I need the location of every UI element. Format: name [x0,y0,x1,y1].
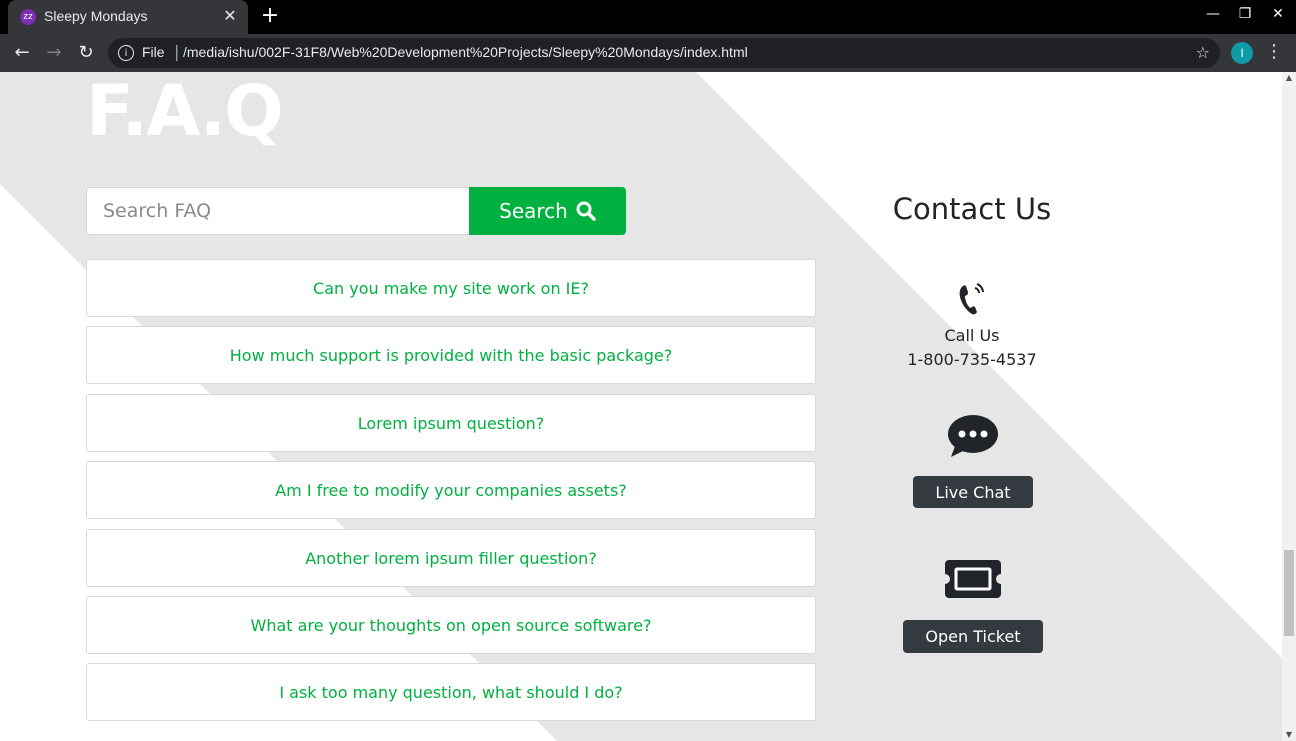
scroll-down-arrow-icon[interactable]: ▼ [1282,729,1296,741]
scroll-up-arrow-icon[interactable]: ▲ [1282,72,1296,84]
browser-tab[interactable]: zz Sleepy Mondays ✕ [8,0,248,34]
faq-item[interactable]: Can you make my site work on IE? [86,259,816,317]
favicon-icon: zz [20,9,36,25]
phone-icon [959,283,984,315]
faq-item[interactable]: Lorem ipsum question? [86,394,816,452]
profile-avatar[interactable]: I [1231,42,1253,64]
search-button-label: Search [499,199,568,223]
live-chat-button[interactable]: Live Chat [913,476,1033,508]
close-tab-icon[interactable]: ✕ [220,6,240,26]
forward-arrow-icon[interactable]: → [42,41,66,65]
faq-item[interactable]: Am I free to modify your companies asset… [86,461,816,519]
minimize-icon[interactable]: — [1201,6,1225,22]
search-icon [576,201,596,221]
menu-kebab-icon[interactable]: ⋮ [1264,41,1284,62]
tab-title: Sleepy Mondays [44,8,148,24]
bookmark-star-icon[interactable]: ☆ [1196,43,1210,62]
search-button[interactable]: Search [469,187,626,235]
window-close-icon[interactable]: ✕ [1266,6,1290,22]
faq-item[interactable]: What are your thoughts on open source so… [86,596,816,654]
call-us-label: Call Us [944,326,1000,345]
page-title: F.A.Q [86,72,284,152]
scrollbar-thumb[interactable] [1284,550,1294,636]
maximize-icon[interactable]: ❐ [1233,6,1257,22]
url-scheme: File [142,44,165,60]
new-tab-icon[interactable]: + [258,4,282,28]
site-info-icon[interactable]: i [118,45,134,61]
browser-toolbar: ← → ↻ i File | /media/ishu/002F-31F8/Web… [0,34,1296,72]
contact-title: Contact Us [892,192,1052,226]
url-text[interactable]: /media/ishu/002F-31F8/Web%20Development%… [183,44,748,60]
faq-item[interactable]: I ask too many question, what should I d… [86,663,816,721]
address-bar[interactable]: i File | /media/ishu/002F-31F8/Web%20Dev… [108,38,1220,68]
reload-icon[interactable]: ↻ [74,41,98,65]
page-scrollbar[interactable]: ▲ ▼ [1282,72,1296,741]
phone-number: 1-800-735-4537 [907,350,1037,369]
page-viewport: F.A.Q Search Can you make my site work o… [0,72,1282,741]
faq-item[interactable]: Another lorem ipsum filler question? [86,529,816,587]
ticket-icon [945,560,1001,598]
faq-item[interactable]: How much support is provided with the ba… [86,326,816,384]
open-ticket-button[interactable]: Open Ticket [903,620,1043,653]
url-separator: | [174,42,180,61]
browser-tab-strip: zz Sleepy Mondays ✕ + — ❐ ✕ [0,0,1296,34]
search-input[interactable] [86,187,469,235]
chat-bubble-icon [948,415,998,457]
back-arrow-icon[interactable]: ← [10,41,34,65]
